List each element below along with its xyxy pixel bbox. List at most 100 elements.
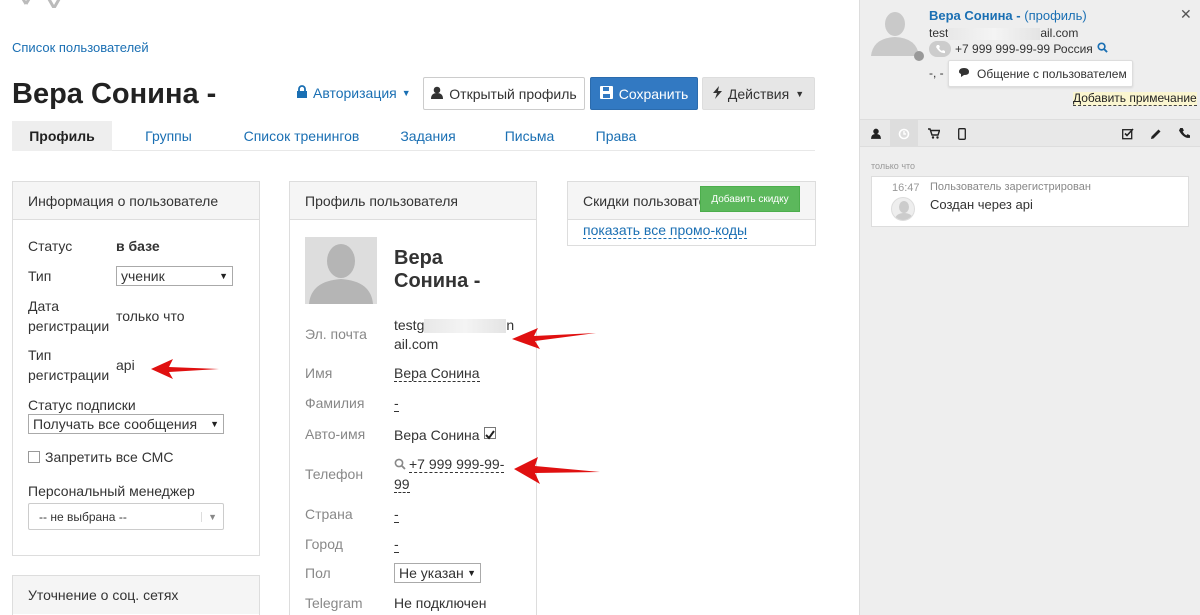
status-value: в базе [116, 238, 160, 254]
email-label: Эл. почта [305, 326, 367, 342]
add-discount-button[interactable]: Добавить скидку [700, 186, 800, 212]
status-label: Статус [28, 238, 73, 254]
add-note-link[interactable]: Добавить примечание [1073, 92, 1197, 106]
email-part: ail.com [1040, 26, 1079, 40]
sidebar-misc: -, - [929, 66, 944, 80]
actions-label: Действия [727, 85, 790, 102]
logo-fragment [18, 0, 70, 14]
email-part: testg [394, 317, 425, 333]
event-time: 16:47 [892, 182, 920, 194]
caret-down-icon: ▼ [795, 88, 805, 99]
reg-type-label-2: регистрации [28, 367, 110, 383]
comments-icon [959, 67, 971, 81]
tab-tasks[interactable]: Задания [378, 121, 478, 151]
caret-down-icon: ▼ [201, 511, 217, 522]
pencil-icon[interactable] [1142, 120, 1170, 147]
sms-ban-checkbox[interactable] [28, 451, 40, 463]
sidebar-email: test ail.com [929, 26, 1078, 40]
telegram-value: Не подключен [394, 595, 487, 611]
panel-title: Информация о пользователе [13, 182, 259, 220]
sidebar-user-row: Вера Сонина - (профиль) [929, 8, 1087, 23]
tab-rights[interactable]: Права [581, 121, 651, 151]
caret-down-icon: ▼ [210, 419, 219, 429]
sidebar-profile-link[interactable]: (профиль) [1024, 8, 1086, 23]
phone-value[interactable]: +7 999 999-99- [409, 456, 505, 473]
reg-date-label-2: регистрации [28, 318, 110, 334]
tab-trainings[interactable]: Список тренингов [225, 121, 378, 151]
checkbox-icon[interactable] [1114, 120, 1142, 147]
reg-date-value: только что [116, 308, 185, 324]
subscription-select[interactable]: Получать все сообщения ▼ [28, 414, 224, 434]
open-profile-button[interactable]: Открытый профиль [423, 77, 585, 110]
city-value[interactable]: - [394, 536, 399, 553]
country-value[interactable]: - [394, 506, 399, 523]
redacted-block [424, 319, 507, 334]
authorization-label: Авторизация [313, 85, 397, 101]
sidebar-avatar [871, 8, 919, 56]
avatar [305, 237, 377, 304]
cart-icon[interactable] [920, 120, 948, 147]
sidebar-phone-row: +7 999 999-99-99 Россия [929, 41, 1108, 57]
phone-icon[interactable] [929, 41, 951, 57]
authorization-dropdown[interactable]: Авторизация ▼ [296, 85, 411, 101]
lock-icon [296, 85, 308, 101]
sidebar-toolbar [860, 119, 1200, 147]
event-title: Пользователь зарегистрирован [930, 181, 1091, 193]
user-type-select[interactable]: ученик ▼ [116, 266, 233, 286]
email-value[interactable]: testg n [394, 317, 514, 334]
email-part: test [929, 26, 949, 40]
manager-label: Персональный менеджер [28, 483, 195, 499]
first-name-value[interactable]: Вера Сонина [394, 365, 480, 382]
red-arrow-annotation [151, 358, 219, 380]
social-panel: Уточнение о соц. сетях [12, 575, 260, 615]
page-title: Вера Сонина - [12, 78, 217, 110]
save-button[interactable]: Сохранить [590, 77, 698, 110]
chat-with-user-button[interactable]: Общение с пользователем [948, 60, 1133, 87]
event-text: Создан через api [930, 197, 1033, 212]
gender-label: Пол [305, 565, 331, 581]
sidebar-user-name[interactable]: Вера Сонина - [929, 8, 1021, 23]
user-icon[interactable] [862, 120, 890, 147]
profile-tabs: Профиль Группы Список тренингов Задания … [12, 121, 815, 151]
country-label: Страна [305, 506, 353, 522]
caret-down-icon: ▼ [401, 88, 411, 98]
reg-type-value: api [116, 357, 135, 373]
actions-dropdown-button[interactable]: Действия ▼ [702, 77, 815, 110]
red-arrow-annotation [512, 323, 596, 349]
mobile-icon[interactable] [948, 120, 976, 147]
search-icon[interactable] [1097, 42, 1108, 56]
red-arrow-annotation [514, 456, 600, 484]
phone-icon[interactable] [1170, 120, 1198, 147]
tab-letters[interactable]: Письма [478, 121, 581, 151]
auto-name-label: Авто-имя [305, 426, 366, 442]
auto-name-value: Вера Сонина [394, 427, 480, 443]
redacted-block [948, 27, 1041, 40]
event-avatar [891, 197, 915, 221]
last-name-label: Фамилия [305, 395, 365, 411]
phone-value-line2[interactable]: 99 [394, 476, 410, 493]
breadcrumb[interactable]: Список пользователей [12, 40, 149, 55]
panel-title: Уточнение о соц. сетях [13, 576, 259, 614]
user-type-value: ученик [121, 268, 165, 284]
online-status-dot [914, 51, 924, 61]
last-name-value[interactable]: - [394, 395, 399, 412]
history-icon[interactable] [890, 120, 918, 147]
tab-profile[interactable]: Профиль [12, 121, 112, 151]
manager-select[interactable]: -- не выбрана -- ▼ [28, 503, 224, 530]
tab-groups[interactable]: Группы [112, 121, 225, 151]
profile-name-line1: Вера [394, 247, 443, 269]
auto-name-checkbox[interactable] [484, 427, 496, 440]
manager-value: -- не выбрана -- [39, 509, 127, 524]
show-promo-codes-link[interactable]: показать все промо-коды [583, 223, 748, 239]
user-icon [431, 86, 444, 102]
phone-label: Телефон [305, 466, 364, 482]
search-icon[interactable] [394, 458, 406, 473]
timeline-time-header: только что [871, 161, 916, 171]
profile-name-line2: Сонина - [394, 270, 481, 292]
close-icon[interactable]: ✕ [1180, 6, 1192, 23]
gender-select[interactable]: Не указан ▼ [394, 563, 481, 583]
reg-date-label: Дата [28, 298, 60, 314]
city-label: Город [305, 536, 343, 552]
caret-down-icon: ▼ [467, 568, 476, 578]
type-label: Тип [28, 268, 52, 284]
